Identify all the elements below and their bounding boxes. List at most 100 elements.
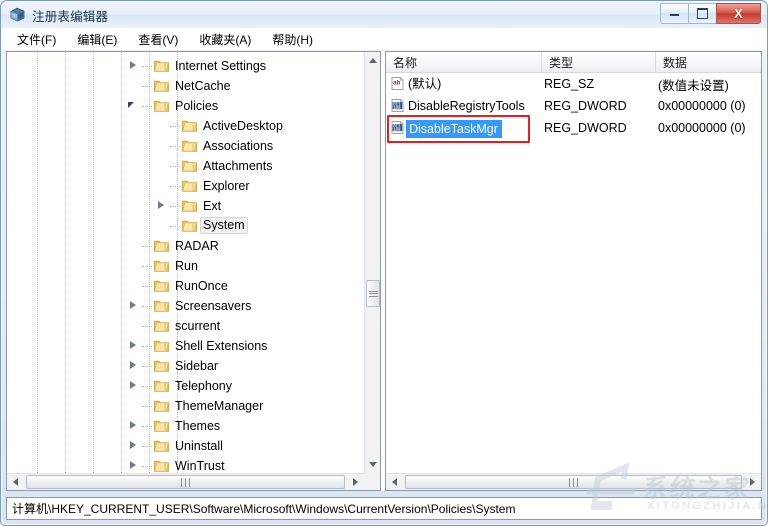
caret-left-icon: [392, 478, 397, 486]
tree-item-wintrust[interactable]: WinTrust: [7, 456, 364, 473]
value-horizontal-scrollbar[interactable]: [386, 473, 761, 490]
tree-scrollbar-thumb[interactable]: [366, 280, 380, 307]
caret-left-icon: [13, 478, 18, 486]
column-header-name[interactable]: 名称: [386, 52, 542, 72]
folder-icon: [154, 319, 169, 332]
registry-tree[interactable]: Internet Settings NetCache Policies ActiveD…: [7, 52, 364, 473]
tree-scroll-up-button[interactable]: [365, 52, 380, 69]
folder-icon: [182, 139, 197, 152]
value-row[interactable]: 011 100 DisableRegistryTools REG_DWORD 0x000…: [386, 96, 761, 116]
tree-horizontal-scrollbar[interactable]: [7, 473, 364, 490]
value-hscrollbar-thumb[interactable]: [405, 475, 742, 489]
value-scroll-right-button[interactable]: [744, 474, 761, 490]
column-header-type[interactable]: 类型: [542, 52, 656, 72]
value-list-body[interactable]: ab (默认) REG_SZ (数值未设置) 011 100 DisableRegistry…: [386, 73, 761, 473]
tree-expander-collapsed-icon[interactable]: [156, 200, 167, 211]
tree-connector: [142, 306, 152, 307]
tree-item-themes[interactable]: Themes: [7, 416, 364, 436]
tree-scroll-right-button[interactable]: [347, 474, 364, 490]
folder-icon: [154, 439, 169, 452]
status-bar-path: 计算机\HKEY_CURRENT_USER\Software\Microsoft…: [12, 502, 516, 516]
registry-tree-pane: Internet Settings NetCache Policies ActiveD…: [6, 51, 381, 491]
tree-item-sidebar[interactable]: Sidebar: [7, 356, 364, 376]
tree-connector: [142, 426, 152, 427]
tree-item-radar[interactable]: RADAR: [7, 236, 364, 256]
tree-expander-collapsed-icon[interactable]: [128, 440, 139, 451]
tree-expander-collapsed-icon[interactable]: [128, 420, 139, 431]
tree-item-label: scurrent: [175, 319, 221, 333]
tree-hscrollbar-thumb[interactable]: [26, 475, 345, 489]
menu-item-edit[interactable]: 编辑(E): [68, 29, 126, 50]
menu-item-file[interactable]: 文件(F): [8, 29, 65, 50]
tree-scroll-down-button[interactable]: [365, 456, 380, 473]
tree-item-label: Sidebar: [175, 359, 219, 373]
tree-item-shell-extensions[interactable]: Shell Extensions: [7, 336, 364, 356]
folder-icon: [154, 279, 169, 292]
tree-item-label: System: [200, 217, 248, 234]
status-bar: 计算机\HKEY_CURRENT_USER\Software\Microsoft…: [6, 497, 762, 520]
tree-item-netcache[interactable]: NetCache: [7, 76, 364, 96]
maximize-button[interactable]: [688, 3, 717, 24]
menu-item-favorites[interactable]: 收藏夹(A): [190, 29, 260, 50]
folder-icon: [154, 59, 169, 72]
tree-item-attachments[interactable]: Attachments: [7, 156, 364, 176]
tree-item-label: Telephony: [175, 379, 232, 393]
tree-item-label: Themes: [175, 419, 221, 433]
tree-item-screensavers[interactable]: Screensavers: [7, 296, 364, 316]
tree-expander-collapsed-icon[interactable]: [128, 460, 139, 471]
caret-up-icon: [369, 58, 377, 63]
registry-editor-icon: [9, 6, 26, 23]
tree-item-system[interactable]: System: [7, 216, 364, 236]
value-row[interactable]: ab (默认) REG_SZ (数值未设置): [386, 74, 761, 94]
tree-item-label: Internet Settings: [175, 59, 267, 73]
folder-icon: [154, 259, 169, 272]
tree-item-policies[interactable]: Policies: [7, 96, 364, 116]
column-header-data[interactable]: 数据: [656, 52, 761, 72]
tree-item-scurrent[interactable]: scurrent: [7, 316, 364, 336]
tree-item-ext[interactable]: Ext: [7, 196, 364, 216]
svg-text:100: 100: [393, 107, 401, 111]
value-name: DisableRegistryTools: [408, 99, 525, 113]
tree-item-runonce[interactable]: RunOnce: [7, 276, 364, 296]
tree-expander-expanded-icon[interactable]: [128, 100, 139, 111]
tree-item-thememanager[interactable]: ThemeManager: [7, 396, 364, 416]
tree-item-activedesktop[interactable]: ActiveDesktop: [7, 116, 364, 136]
tree-connector: [170, 206, 180, 207]
tree-connector: [142, 286, 152, 287]
tree-item-explorer[interactable]: Explorer: [7, 176, 364, 196]
tree-expander-collapsed-icon[interactable]: [128, 60, 139, 71]
folder-icon: [154, 239, 169, 252]
tree-item-telephony[interactable]: Telephony: [7, 376, 364, 396]
menu-item-view[interactable]: 查看(V): [129, 29, 187, 50]
folder-icon: [154, 339, 169, 352]
tree-connector: [170, 146, 180, 147]
tree-expander-collapsed-icon[interactable]: [128, 380, 139, 391]
tree-item-associations[interactable]: Associations: [7, 136, 364, 156]
minimize-button[interactable]: [660, 3, 689, 24]
svg-text:ab: ab: [393, 79, 401, 86]
tree-connector: [142, 366, 152, 367]
value-type: REG_SZ: [544, 77, 595, 91]
value-data: 0x00000000 (0): [658, 121, 746, 135]
tree-vertical-scrollbar[interactable]: [364, 52, 380, 473]
menu-item-help[interactable]: 帮助(H): [263, 29, 322, 50]
close-button[interactable]: X: [716, 3, 761, 24]
tree-expander-collapsed-icon[interactable]: [128, 300, 139, 311]
registry-value-pane: 名称 类型 数据 ab (默认) REG_SZ (数值未设置) 011 100 Disabl…: [385, 51, 762, 491]
value-scroll-left-button[interactable]: [386, 474, 403, 490]
tree-item-internet-settings[interactable]: Internet Settings: [7, 56, 364, 76]
tree-item-label: Associations: [203, 139, 274, 153]
value-row[interactable]: 011 100 DisableTaskMgr REG_DWORD 0x00000000 …: [386, 118, 761, 138]
value-name: DisableTaskMgr: [406, 120, 502, 138]
tree-item-run[interactable]: Run: [7, 256, 364, 276]
tree-item-label: ActiveDesktop: [203, 119, 283, 133]
tree-item-label: Explorer: [203, 179, 250, 193]
tree-expander-collapsed-icon[interactable]: [128, 340, 139, 351]
value-type: REG_DWORD: [544, 121, 627, 135]
tree-expander-collapsed-icon[interactable]: [128, 360, 139, 371]
tree-item-uninstall[interactable]: Uninstall: [7, 436, 364, 456]
folder-icon: [182, 199, 197, 212]
tree-scroll-left-button[interactable]: [7, 474, 24, 490]
tree-connector: [170, 166, 180, 167]
value-data: 0x00000000 (0): [658, 99, 746, 113]
